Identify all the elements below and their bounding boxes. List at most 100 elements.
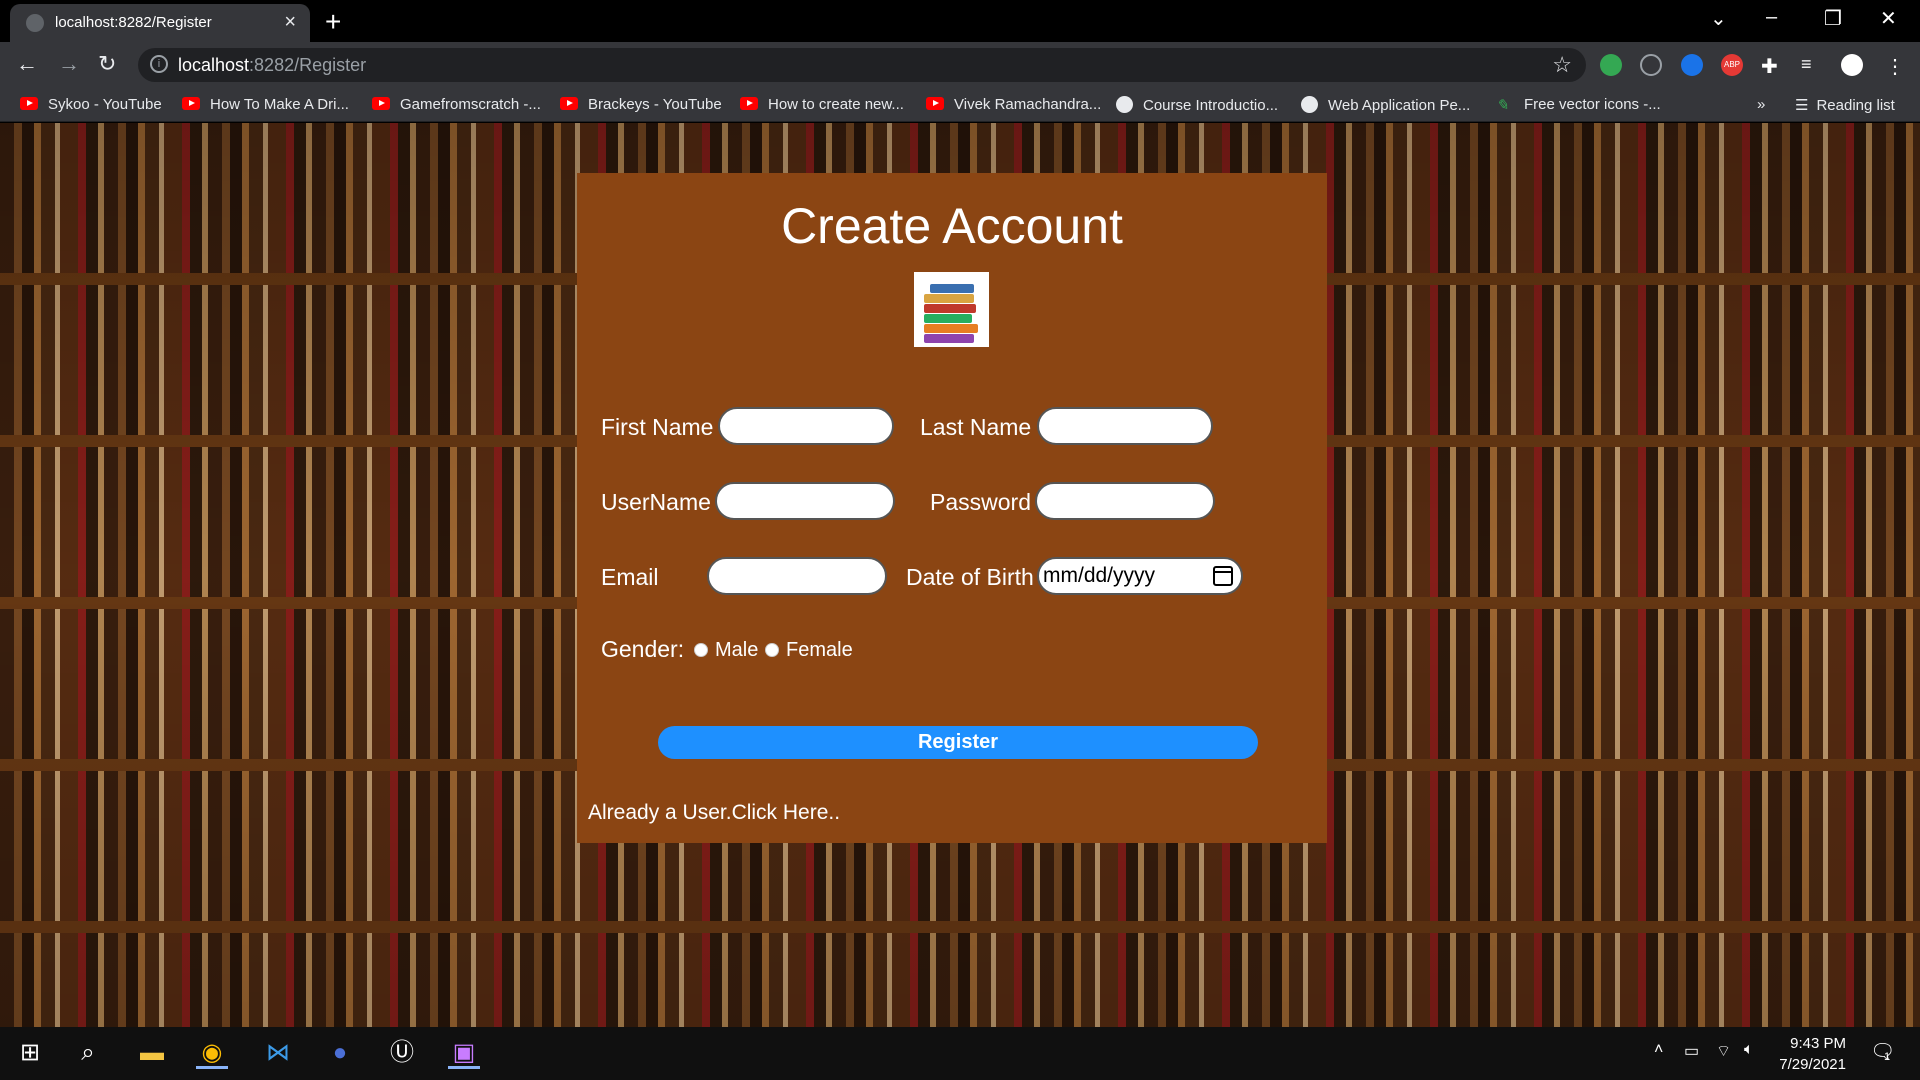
bookmark-star-icon[interactable]: ☆	[1552, 52, 1572, 78]
address-bar[interactable]: i localhost:8282/Register ☆	[138, 48, 1586, 82]
dob-placeholder: mm/dd/yyyy	[1043, 564, 1156, 587]
browser-tab[interactable]: localhost:8282/Register ×	[10, 4, 310, 42]
bookmarks-bar: Sykoo - YouTube How To Make A Dri... Gam…	[0, 88, 1920, 122]
tab-strip: localhost:8282/Register × + ⌄ – ❐ ✕	[0, 0, 1920, 42]
bookmark-label: Sykoo - YouTube	[48, 96, 162, 113]
extension-icon[interactable]	[1600, 54, 1622, 76]
puzzle-icon[interactable]: ✚	[1761, 54, 1783, 78]
bookmark-item[interactable]: Web Application Pe...	[1301, 96, 1470, 114]
first-name-input[interactable]	[718, 407, 894, 445]
bookmark-label: Vivek Ramachandra...	[954, 96, 1102, 113]
bookmark-label: How to create new...	[768, 96, 904, 113]
search-icon[interactable]: ⌕	[72, 1037, 104, 1069]
battery-icon[interactable]: ▭	[1684, 1041, 1699, 1061]
books-logo	[914, 272, 989, 347]
youtube-icon	[560, 97, 578, 110]
reload-icon[interactable]: ↻	[98, 51, 116, 77]
url-path: :8282/Register	[249, 55, 367, 75]
wifi-icon[interactable]: ⌔	[1716, 1041, 1731, 1061]
page-title: Create Account	[781, 198, 1123, 254]
bookmark-label: Gamefromscratch -...	[400, 96, 541, 113]
windows-start-icon[interactable]: ⊞	[14, 1037, 46, 1069]
taskbar: ⊞ ⌕ ▬ ◉ ⋈ ● Ⓤ ▣ ˄ ▭ ⌔ 🔈︎ 9:43 PM 7/29/20…	[0, 1027, 1920, 1080]
youtube-icon	[182, 97, 200, 110]
bookmark-label: Free vector icons -...	[1524, 96, 1661, 113]
globe-icon	[1116, 96, 1133, 113]
tab-search-icon[interactable]: ⌄	[1710, 6, 1727, 31]
url-text[interactable]: localhost:8282/Register	[178, 55, 366, 76]
bookmark-item[interactable]: Vivek Ramachandra...	[926, 96, 1101, 113]
register-form: Create Account First Name Last Name User…	[577, 173, 1327, 843]
close-tab-icon[interactable]: ×	[284, 11, 296, 34]
clock-time: 9:43 PM	[1790, 1035, 1846, 1052]
bookmark-label: How To Make A Dri...	[210, 96, 349, 113]
last-name-label: Last Name	[920, 414, 1032, 440]
female-label: Female	[786, 639, 853, 661]
forward-icon[interactable]: →	[58, 51, 80, 77]
clock-date: 7/29/2021	[1779, 1056, 1846, 1073]
reading-list-button[interactable]: ☰ Reading list	[1795, 96, 1895, 114]
password-label: Password	[930, 489, 1031, 515]
profile-icon[interactable]	[1841, 54, 1863, 76]
word-icon[interactable]: ●	[324, 1037, 356, 1069]
dob-input[interactable]: mm/dd/yyyy	[1037, 557, 1243, 595]
youtube-icon	[372, 97, 390, 110]
female-radio[interactable]	[765, 643, 779, 657]
extension-icon[interactable]	[1681, 54, 1703, 76]
bookmark-item[interactable]: Sykoo - YouTube	[20, 96, 162, 113]
file-explorer-icon[interactable]: ▬	[136, 1037, 168, 1069]
bookmark-item[interactable]: ✎ Free vector icons -...	[1496, 96, 1661, 114]
globe-icon	[26, 14, 44, 32]
bookmark-item[interactable]: How To Make A Dri...	[182, 96, 349, 113]
bookmark-item[interactable]: Gamefromscratch -...	[372, 96, 541, 113]
intellij-icon[interactable]: ▣	[448, 1037, 480, 1069]
bookmark-item[interactable]: Brackeys - YouTube	[560, 96, 722, 113]
email-input[interactable]	[707, 557, 887, 595]
bookmark-label: Brackeys - YouTube	[588, 96, 722, 113]
calendar-icon[interactable]	[1213, 566, 1233, 586]
info-icon[interactable]: i	[150, 55, 168, 73]
login-link[interactable]: Already a User.Click Here..	[588, 801, 840, 825]
tray-chevron-icon[interactable]: ˄	[1654, 1041, 1663, 1059]
extension-icon[interactable]	[1640, 54, 1662, 76]
reading-list-icon: ☰	[1795, 97, 1809, 114]
youtube-icon	[926, 97, 944, 110]
vscode-icon[interactable]: ⋈	[262, 1037, 294, 1069]
volume-icon[interactable]: 🔈︎	[1744, 1041, 1754, 1059]
pencil-icon: ✎	[1496, 97, 1509, 114]
media-icon[interactable]: ≡	[1801, 54, 1823, 76]
youtube-icon	[20, 97, 38, 110]
back-icon[interactable]: ←	[16, 51, 38, 77]
dob-label: Date of Birth	[906, 564, 1034, 590]
first-name-label: First Name	[601, 414, 714, 440]
male-label: Male	[715, 639, 759, 661]
username-label: UserName	[601, 489, 711, 515]
browser-toolbar: ← → ↻ i localhost:8282/Register ☆	[0, 42, 1920, 88]
adblock-icon[interactable]: ABP	[1721, 54, 1743, 76]
restore-button[interactable]: ❐	[1824, 6, 1842, 31]
bookmarks-overflow-button[interactable]: »	[1757, 96, 1765, 113]
male-radio[interactable]	[694, 643, 708, 657]
page-background: Create Account First Name Last Name User…	[0, 123, 1920, 1027]
url-host: localhost	[178, 55, 250, 75]
username-input[interactable]	[715, 482, 895, 520]
close-window-button[interactable]: ✕	[1880, 6, 1897, 31]
email-label: Email	[601, 564, 659, 590]
register-button[interactable]: Register	[658, 726, 1258, 759]
minimize-button[interactable]: –	[1766, 6, 1777, 29]
bookmark-label: Course Introductio...	[1143, 97, 1279, 114]
new-tab-button[interactable]: +	[325, 6, 341, 38]
bookmark-item[interactable]: Course Introductio...	[1116, 96, 1278, 114]
notifications-icon[interactable]: 🗨︎	[1870, 1039, 1895, 1064]
last-name-input[interactable]	[1037, 407, 1213, 445]
bookmark-item[interactable]: How to create new...	[740, 96, 904, 113]
unreal-engine-icon[interactable]: Ⓤ	[386, 1037, 418, 1069]
bookmark-label: Web Application Pe...	[1328, 97, 1471, 114]
notification-count: 1	[1884, 1051, 1891, 1063]
tab-title: localhost:8282/Register	[55, 14, 212, 31]
menu-icon[interactable]: ⋮	[1885, 54, 1905, 78]
gender-label: Gender:	[601, 636, 685, 662]
system-clock[interactable]: 9:43 PM 7/29/2021	[1779, 1033, 1846, 1075]
password-input[interactable]	[1035, 482, 1215, 520]
chrome-icon[interactable]: ◉	[196, 1037, 228, 1069]
